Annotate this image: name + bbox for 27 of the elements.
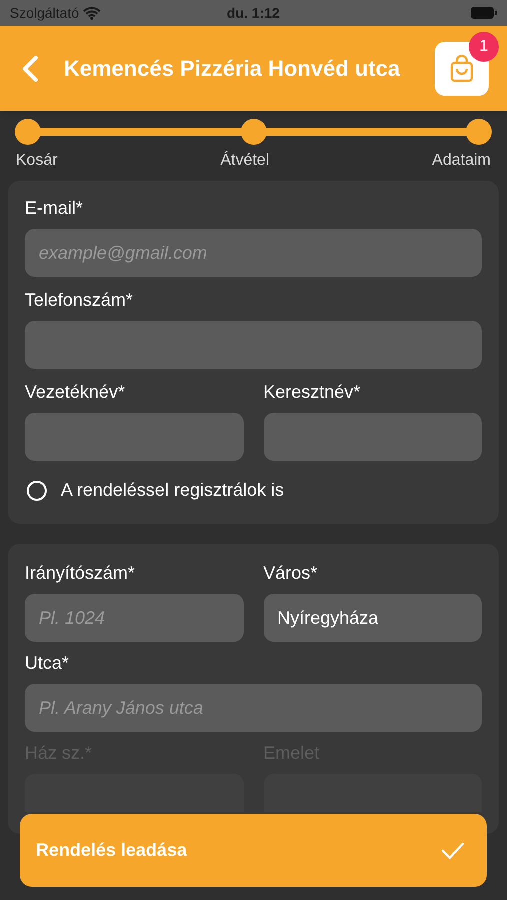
- register-label: A rendeléssel regisztrálok is: [61, 479, 284, 502]
- header-title: Kemencés Pizzéria Honvéd utca: [64, 55, 402, 83]
- step-label: Kosár: [16, 151, 58, 171]
- input-field[interactable]: Pl. 1024: [25, 594, 244, 642]
- field-label: Telefonszám*: [25, 289, 134, 311]
- field-label: Utca*: [25, 652, 70, 674]
- field-label: Vezetéknév*: [25, 381, 126, 403]
- input-field[interactable]: [25, 321, 482, 369]
- battery-icon: [471, 7, 497, 19]
- input-field[interactable]: Pl. Arany János utca: [25, 684, 482, 732]
- field-label: Város*: [264, 562, 319, 584]
- clock-text: du. 1:12: [227, 4, 280, 22]
- input-field[interactable]: example@gmail.com: [25, 229, 482, 277]
- radio-button[interactable]: [27, 480, 47, 500]
- cart-count-badge: 1: [469, 32, 499, 62]
- step-label: Átvétel: [220, 150, 270, 171]
- check-icon: [441, 842, 465, 860]
- wifi-icon: [83, 6, 102, 20]
- input-field[interactable]: Nyíregyháza: [264, 594, 482, 642]
- step-label: Adataim: [432, 151, 491, 171]
- carrier-text: Szolgáltató: [10, 4, 80, 23]
- field-label: Keresztnév*: [264, 381, 362, 403]
- bag-icon: [450, 54, 474, 82]
- input-field[interactable]: [25, 413, 244, 461]
- field-label: Irányítószám*: [25, 562, 136, 584]
- field-label: E-mail*: [25, 197, 84, 219]
- input-field[interactable]: [264, 413, 482, 461]
